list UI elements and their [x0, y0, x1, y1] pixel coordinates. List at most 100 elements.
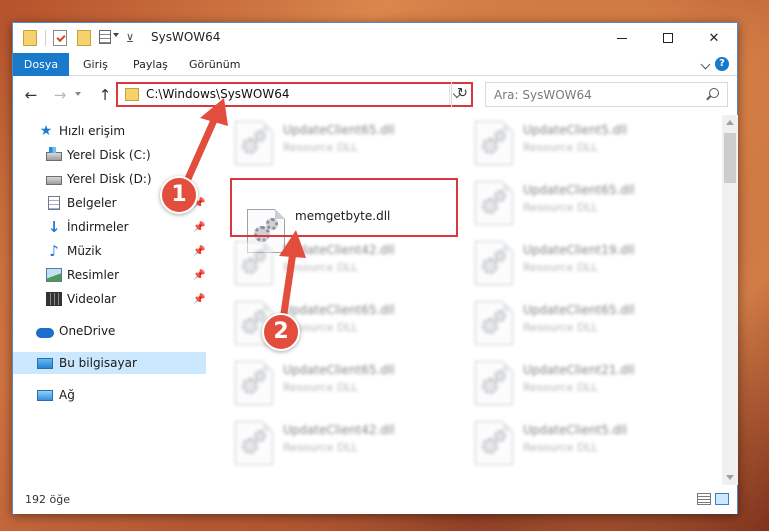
pin-icon[interactable]: 📌: [193, 222, 205, 233]
close-button[interactable]: ✕: [691, 23, 737, 53]
status-bar: 192 öğe: [13, 485, 737, 514]
file-name: UpdateClient5.dll: [523, 123, 627, 137]
scroll-thumb[interactable]: [724, 133, 736, 183]
search-icon[interactable]: [709, 88, 719, 98]
file-item[interactable]: UpdateClient65.dll Resource DLL: [221, 355, 451, 411]
minimize-button[interactable]: [599, 23, 645, 53]
pictures-icon: [46, 268, 62, 282]
properties-icon[interactable]: [53, 30, 67, 46]
file-name: memgetbyte.dll: [295, 209, 391, 223]
dll-file-icon: [475, 361, 513, 405]
file-type: Resource DLL: [283, 261, 358, 274]
file-item[interactable]: UpdateClient42.dll Resource DLL: [221, 235, 451, 291]
file-item[interactable]: UpdateClient65.dll Resource DLL: [461, 175, 691, 231]
sidebar-item-label: Resimler: [67, 268, 120, 282]
recent-locations-icon[interactable]: [75, 92, 81, 96]
sidebar-item-videos[interactable]: Videolar 📌: [13, 288, 206, 310]
file-name: UpdateClient21.dll: [523, 363, 635, 377]
file-name: UpdateClient42.dll: [283, 423, 395, 437]
help-icon[interactable]: ?: [715, 57, 729, 71]
sidebar-item-drive-c[interactable]: Yerel Disk (C:): [13, 144, 206, 166]
caret-down-icon[interactable]: [113, 33, 119, 37]
file-item[interactable]: UpdateClient21.dll Resource DLL: [461, 355, 691, 411]
file-type: Resource DLL: [523, 321, 598, 334]
refresh-button[interactable]: ↻: [451, 82, 473, 107]
large-icons-view-icon[interactable]: [715, 493, 729, 505]
file-list: UpdateClient65.dll Resource DLL UpdateCl…: [221, 115, 721, 485]
item-count: 192 öğe: [25, 493, 70, 506]
file-item[interactable]: UpdateClient5.dll Resource DLL: [461, 415, 691, 471]
separator: [45, 30, 46, 46]
pin-icon[interactable]: 📌: [193, 246, 205, 257]
expand-ribbon-icon[interactable]: [700, 59, 711, 70]
dll-file-icon: [235, 421, 273, 465]
sidebar-item-label: Yerel Disk (C:): [67, 148, 151, 162]
separator: [449, 84, 450, 105]
forward-button[interactable]: →: [51, 86, 69, 104]
file-item[interactable]: UpdateClient65.dll Resource DLL: [221, 115, 451, 171]
file-item[interactable]: UpdateClient19.dll Resource DLL: [461, 235, 691, 291]
file-name: UpdateClient65.dll: [523, 183, 635, 197]
maximize-button[interactable]: [645, 23, 691, 53]
network-icon: [37, 389, 53, 401]
tab-home[interactable]: Giriş: [73, 53, 118, 76]
dll-file-icon: [235, 361, 273, 405]
details-view-icon[interactable]: [697, 493, 711, 505]
file-name: UpdateClient65.dll: [283, 123, 395, 137]
search-input[interactable]: [486, 83, 696, 106]
sidebar-item-pictures[interactable]: Resimler 📌: [13, 264, 206, 286]
file-item[interactable]: UpdateClient5.dll Resource DLL: [461, 115, 691, 171]
drive-c-icon: [46, 147, 62, 161]
vertical-scrollbar[interactable]: [722, 115, 738, 485]
scroll-down-icon[interactable]: [726, 475, 734, 480]
ribbon-tabs: Dosya Giriş Paylaş Görünüm ?: [13, 53, 737, 76]
file-name: UpdateClient5.dll: [523, 423, 627, 437]
sidebar-item-quick-access[interactable]: ★ Hızlı erişim: [13, 120, 206, 142]
customize-toolbar-icon[interactable]: ⊻: [126, 31, 134, 47]
sidebar-item-music[interactable]: ♪ Müzik 📌: [13, 240, 206, 262]
file-item[interactable]: UpdateClient65.dll Resource DLL: [461, 295, 691, 351]
file-name: UpdateClient65.dll: [283, 363, 395, 377]
tab-share[interactable]: Paylaş: [123, 53, 178, 76]
videos-icon: [46, 292, 62, 306]
file-type: Resource DLL: [523, 201, 598, 214]
music-icon: ♪: [49, 242, 59, 260]
folder-icon: [125, 88, 139, 101]
search-box[interactable]: [485, 82, 728, 107]
maximize-icon: [663, 33, 673, 43]
onedrive-icon: [36, 327, 54, 338]
navigation-pane: ★ Hızlı erişim Yerel Disk (C:) Yerel Dis…: [13, 115, 206, 485]
step-2-badge: 2: [262, 313, 300, 351]
up-button[interactable]: ↑: [96, 86, 114, 104]
new-folder-icon[interactable]: [77, 30, 91, 46]
sidebar-item-label: Videolar: [67, 292, 117, 306]
dll-file-icon: [475, 421, 513, 465]
file-type: Resource DLL: [283, 381, 358, 394]
dll-file-icon: [235, 121, 273, 165]
sidebar-item-onedrive[interactable]: OneDrive: [13, 320, 206, 342]
file-name: UpdateClient65.dll: [523, 303, 635, 317]
dll-file-icon: [475, 121, 513, 165]
tab-file[interactable]: Dosya: [13, 53, 69, 76]
file-item[interactable]: UpdateClient65.dll Resource DLL: [221, 295, 451, 351]
star-icon: ★: [39, 123, 53, 139]
scroll-up-icon[interactable]: [726, 120, 734, 125]
pin-icon[interactable]: 📌: [193, 270, 205, 281]
sidebar-item-this-pc[interactable]: Bu bilgisayar: [13, 352, 206, 374]
address-path[interactable]: C:\Windows\SysWOW64: [146, 87, 290, 101]
back-button[interactable]: ←: [22, 86, 40, 104]
dll-file-icon: [475, 301, 513, 345]
downloads-icon: ↓: [47, 218, 61, 236]
sidebar-item-downloads[interactable]: ↓ İndirmeler 📌: [13, 216, 206, 238]
sidebar-item-network[interactable]: Ağ: [13, 384, 206, 406]
file-type: Resource DLL: [523, 141, 598, 154]
file-item[interactable]: UpdateClient42.dll Resource DLL: [221, 415, 451, 471]
pin-icon[interactable]: 📌: [193, 294, 205, 305]
title-bar: ⊻ SysWOW64 ✕: [13, 23, 737, 53]
file-name: UpdateClient42.dll: [283, 243, 395, 257]
tab-view[interactable]: Görünüm: [179, 53, 250, 76]
address-bar[interactable]: C:\Windows\SysWOW64 ↻: [116, 82, 473, 107]
file-explorer-window: ⊻ SysWOW64 ✕ Dosya Giriş Paylaş Görünüm …: [12, 22, 738, 514]
minimize-icon: [617, 37, 627, 39]
view-options-icon[interactable]: [99, 30, 111, 44]
